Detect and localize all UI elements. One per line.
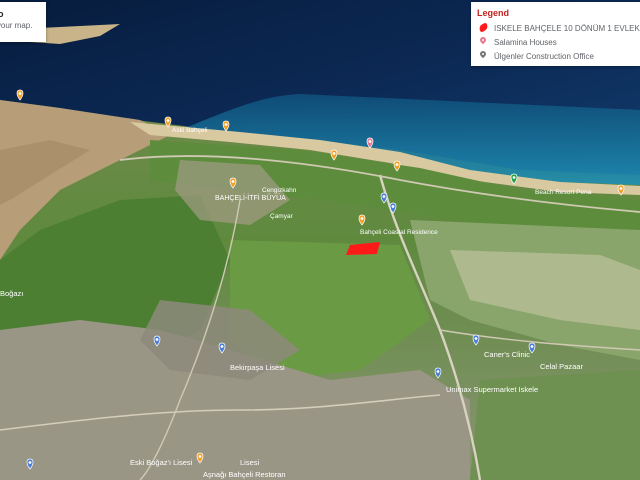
label-beach-resort: Beach Resort Pena <box>535 189 592 196</box>
label-eski-bogaz: Eski Boğaz'ı Lisesi <box>130 458 193 467</box>
label-bogaz: Boğazı <box>0 289 23 298</box>
info-panel[interactable]: o r your map. <box>0 2 46 42</box>
label-celal: Celal Pazaar <box>540 362 583 371</box>
legend-item-label: Ülgenler Construction Office <box>494 51 594 61</box>
label-aski: Aski Bahçeli <box>172 127 207 134</box>
label-camyar: Çamyar <box>270 213 294 220</box>
label-cengiz: Cengizkahn <box>262 187 297 194</box>
legend-title: Legend <box>477 8 510 18</box>
label-lisesi: Lisesi <box>240 458 260 467</box>
legend-item-label: ISKELE BAHÇELE 10 DÖNÜM 1 EVLEK % <box>494 23 640 33</box>
label-bahceli-coastal: Bahçeli Coastal Residence <box>360 229 438 236</box>
label-asnagi: Aşnağı Bahçeli Restoran <box>203 470 286 479</box>
legend-item-ulgenler[interactable]: Ülgenler Construction Office <box>477 49 634 63</box>
label-caner: Caner's Clinic <box>484 350 530 359</box>
satellite-map[interactable]: BAHÇELİ-İTFİ BÜYÜA Bahçeli Coastal Resid… <box>0 0 640 480</box>
label-bahceli: BAHÇELİ-İTFİ BÜYÜA <box>215 193 286 202</box>
grey-pin-icon <box>477 50 489 62</box>
legend-panel: Legend ISKELE BAHÇELE 10 DÖNÜM 1 EVLEK %… <box>471 2 640 66</box>
legend-item-listing[interactable]: ISKELE BAHÇELE 10 DÖNÜM 1 EVLEK % <box>477 21 640 35</box>
legend-item-label: Salamina Houses <box>494 37 557 47</box>
pink-pin-icon <box>477 36 489 48</box>
red-area-icon <box>477 22 489 34</box>
label-unimax: Unimax Supermarket Iskele <box>446 385 538 394</box>
label-bekirpasa: Bekirpaşa Lisesi <box>230 363 285 372</box>
info-panel-title: o <box>0 9 4 19</box>
legend-item-salamina[interactable]: Salamina Houses <box>477 35 634 49</box>
info-panel-subtitle: r your map. <box>0 21 33 30</box>
